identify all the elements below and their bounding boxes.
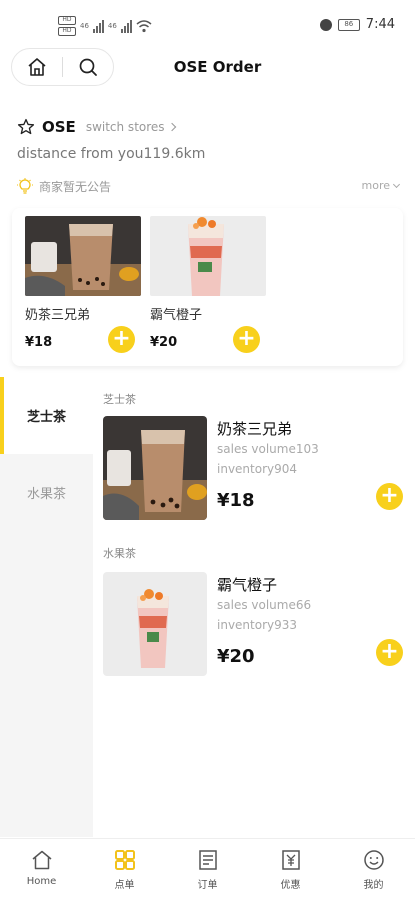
header: OSE Order bbox=[0, 48, 415, 88]
star-icon[interactable] bbox=[17, 118, 35, 136]
add-to-cart-button[interactable]: + bbox=[376, 483, 403, 510]
tab-orders-label: 订单 bbox=[197, 880, 218, 891]
category-fruit-tea[interactable]: 水果茶 bbox=[0, 454, 93, 531]
store-distance: distance from you119.6km bbox=[17, 146, 206, 162]
store-info: OSE switch stores distance from you119.6… bbox=[17, 116, 402, 162]
tab-profile[interactable]: 我的 bbox=[332, 839, 415, 900]
milk-tea-image bbox=[25, 216, 141, 296]
signal-icon bbox=[92, 19, 104, 33]
signal1-label: 46 bbox=[80, 22, 89, 30]
category-cheese-tea[interactable]: 芝士茶 bbox=[0, 377, 93, 454]
wifi-icon bbox=[136, 20, 152, 33]
signal-icon-2 bbox=[120, 19, 132, 33]
recommended-item[interactable]: 霸气橙子 ¥20 + bbox=[150, 216, 266, 353]
page-title: OSE Order bbox=[173, 58, 262, 76]
tab-order-label: 点单 bbox=[114, 880, 135, 891]
goods-item[interactable]: 奶茶三兄弟 sales volume103 inventory904 ¥18 + bbox=[103, 416, 408, 521]
add-to-cart-button[interactable]: + bbox=[108, 326, 135, 353]
clock: 7:44 bbox=[365, 17, 395, 32]
add-to-cart-button[interactable]: + bbox=[376, 639, 403, 666]
sim1-label: HD bbox=[58, 16, 76, 25]
tab-coupons-label: 优惠 bbox=[280, 880, 301, 891]
goods-item[interactable]: 霸气橙子 sales volume66 inventory933 ¥20 + bbox=[103, 572, 408, 677]
more-button[interactable]: more bbox=[361, 179, 401, 192]
switch-stores-link[interactable]: switch stores bbox=[86, 120, 165, 134]
home-icon bbox=[32, 850, 51, 870]
status-bar: HD HD 46 46 86 7:44 bbox=[0, 0, 415, 44]
profile-icon bbox=[363, 850, 384, 870]
tab-coupons[interactable]: 优惠 bbox=[249, 839, 332, 900]
recommended-item[interactable]: 奶茶三兄弟 ¥18 + bbox=[25, 216, 141, 353]
goods-name: 奶茶三兄弟 bbox=[217, 420, 293, 438]
orange-tea-image bbox=[103, 572, 207, 676]
category-sidebar: 芝士茶 水果茶 bbox=[0, 377, 93, 837]
store-name: OSE bbox=[42, 118, 76, 136]
coupon-icon bbox=[281, 850, 300, 870]
milk-tea-image bbox=[103, 416, 207, 520]
goods-price: ¥18 bbox=[217, 490, 255, 511]
goods-name: 霸气橙子 bbox=[217, 576, 278, 594]
orange-tea-image bbox=[150, 216, 266, 296]
chevron-right-icon bbox=[167, 122, 176, 132]
tab-home[interactable]: Home bbox=[0, 839, 83, 900]
recommended-card: 奶茶三兄弟 ¥18 + 霸气橙子 ¥20 + bbox=[12, 208, 403, 366]
goods-sales: sales volume103 bbox=[217, 442, 319, 456]
bottom-tab-bar: Home 点单 订单 优惠 我的 bbox=[0, 838, 415, 900]
notice-text: 商家暂无公告 bbox=[39, 179, 112, 194]
tab-order[interactable]: 点单 bbox=[83, 839, 166, 900]
alarm-icon bbox=[319, 18, 332, 31]
order-grid-icon bbox=[114, 850, 135, 870]
tab-home-label: Home bbox=[26, 876, 57, 887]
battery-icon: 86 bbox=[337, 18, 360, 31]
section-title: 芝士茶 bbox=[103, 393, 136, 406]
goods-inventory: inventory904 bbox=[217, 462, 298, 476]
goods-list: 芝士茶 奶茶三兄弟 sales volume103 inventory904 ¥… bbox=[93, 377, 415, 837]
signal2-label: 46 bbox=[107, 22, 117, 30]
recommended-name: 奶茶三兄弟 bbox=[25, 308, 91, 323]
chevron-down-icon bbox=[392, 180, 401, 188]
goods-inventory: inventory933 bbox=[217, 618, 298, 632]
notice-bar: 商家暂无公告 more bbox=[17, 176, 402, 196]
recommended-name: 霸气橙子 bbox=[150, 308, 203, 323]
sim2-label: HD bbox=[58, 27, 76, 36]
goods-sales: sales volume66 bbox=[217, 598, 312, 612]
status-left: HD HD 46 46 bbox=[58, 16, 152, 36]
tab-orders[interactable]: 订单 bbox=[166, 839, 249, 900]
add-to-cart-button[interactable]: + bbox=[233, 326, 260, 353]
sim-icon: HD HD bbox=[58, 16, 76, 36]
tab-profile-label: 我的 bbox=[363, 880, 384, 891]
store-row: OSE switch stores bbox=[17, 116, 402, 138]
status-right: 86 7:44 bbox=[319, 17, 395, 32]
lightbulb-icon bbox=[17, 178, 33, 194]
section-title: 水果茶 bbox=[103, 547, 136, 560]
receipt-icon bbox=[198, 850, 217, 870]
more-label: more bbox=[361, 179, 391, 192]
goods-price: ¥20 bbox=[217, 646, 255, 667]
